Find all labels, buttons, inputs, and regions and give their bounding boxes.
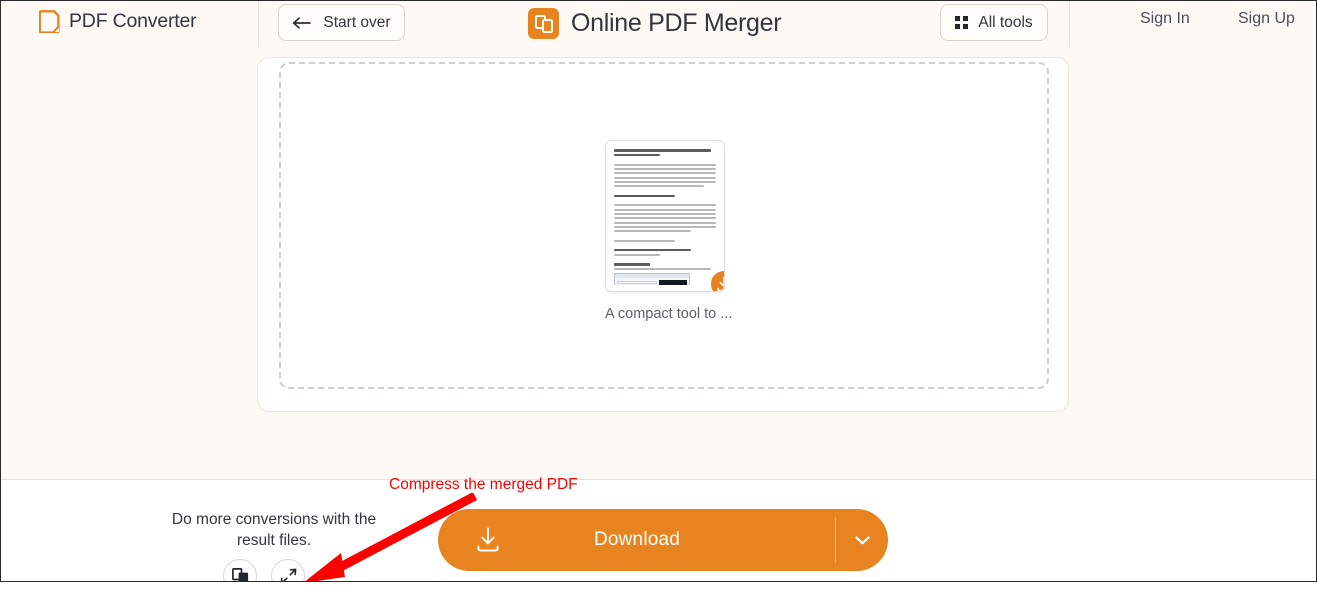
file-thumbnail[interactable] xyxy=(605,140,725,292)
chevron-down-icon xyxy=(854,536,870,544)
sign-up-link[interactable]: Sign Up xyxy=(1238,10,1295,28)
annotation-label: Compress the merged PDF xyxy=(389,476,578,493)
file-name: A compact tool to ... xyxy=(605,306,733,322)
page-title: Online PDF Merger xyxy=(528,4,782,42)
more-conversions-text: Do more conversions with the result file… xyxy=(171,511,377,549)
footer-actions xyxy=(223,559,305,581)
all-tools-button[interactable]: All tools xyxy=(940,4,1048,41)
arrow-left-icon xyxy=(293,16,312,29)
start-over-label: Start over xyxy=(323,13,391,31)
download-icon xyxy=(477,527,499,552)
header-divider-right xyxy=(1069,1,1070,46)
header-divider-left xyxy=(258,1,259,46)
start-over-button[interactable]: Start over xyxy=(278,4,405,41)
download-button[interactable]: Download xyxy=(438,509,888,571)
pdf-document-icon xyxy=(39,9,60,33)
download-icon xyxy=(717,276,724,291)
embedded-screenshot xyxy=(614,272,690,285)
copy-result-button[interactable] xyxy=(223,559,257,581)
app-header: PDF Converter Start over Online PDF Merg… xyxy=(1,1,1316,46)
compress-arrows-icon xyxy=(280,568,296,581)
sign-in-link[interactable]: Sign In xyxy=(1140,10,1190,28)
document-preview xyxy=(614,149,716,285)
page-title-label: Online PDF Merger xyxy=(571,8,782,37)
all-tools-label: All tools xyxy=(978,13,1033,31)
copy-duplicate-icon xyxy=(231,567,248,581)
brand-logo[interactable]: PDF Converter xyxy=(39,5,197,37)
download-label: Download xyxy=(593,529,681,550)
file-item[interactable]: A compact tool to ... xyxy=(605,140,733,322)
file-dropzone[interactable]: A compact tool to ... xyxy=(279,62,1049,389)
merge-pages-icon xyxy=(528,7,559,39)
result-card: A compact tool to ... xyxy=(257,57,1069,412)
brand-label: PDF Converter xyxy=(69,9,197,32)
compress-result-button[interactable] xyxy=(271,559,305,581)
browser-viewport: PDF Converter Start over Online PDF Merg… xyxy=(0,0,1317,582)
grid-dots-icon xyxy=(955,16,969,29)
download-options-button[interactable] xyxy=(836,509,888,571)
footer-bar: Do more conversions with the result file… xyxy=(1,480,1316,581)
